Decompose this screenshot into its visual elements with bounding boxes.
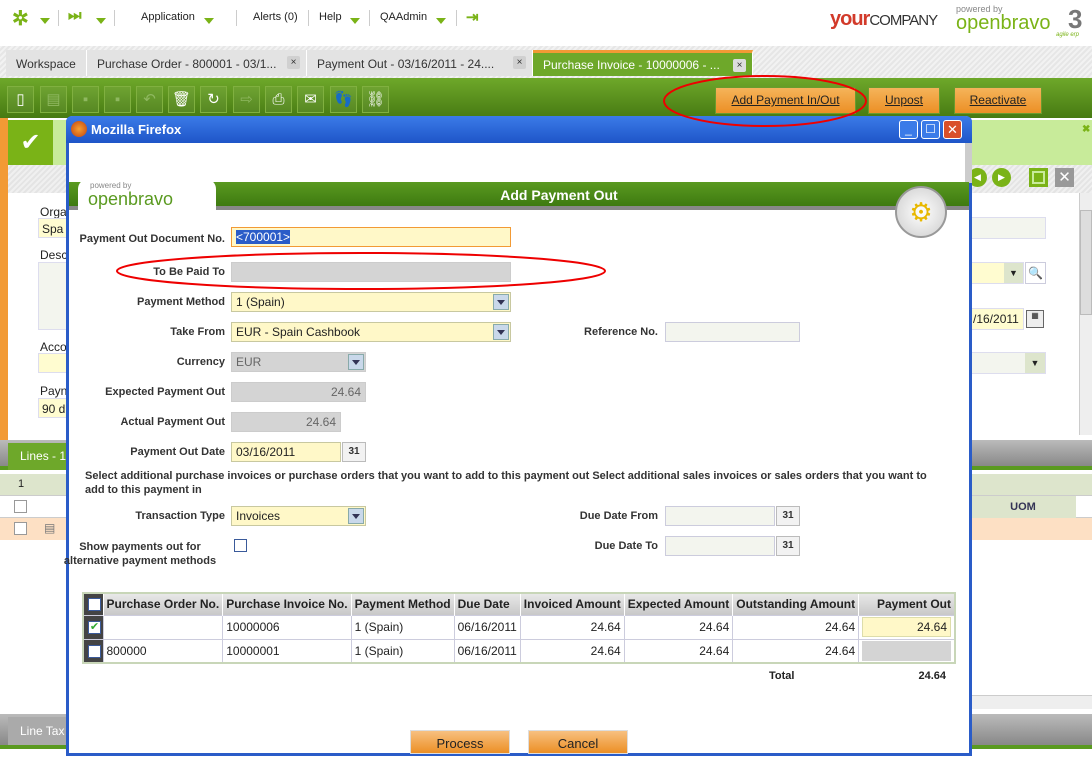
annotation-overlay	[116, 75, 867, 290]
annotation-ellipse-add-payment	[663, 75, 867, 127]
annotation-ellipse-paid-to	[116, 252, 606, 290]
